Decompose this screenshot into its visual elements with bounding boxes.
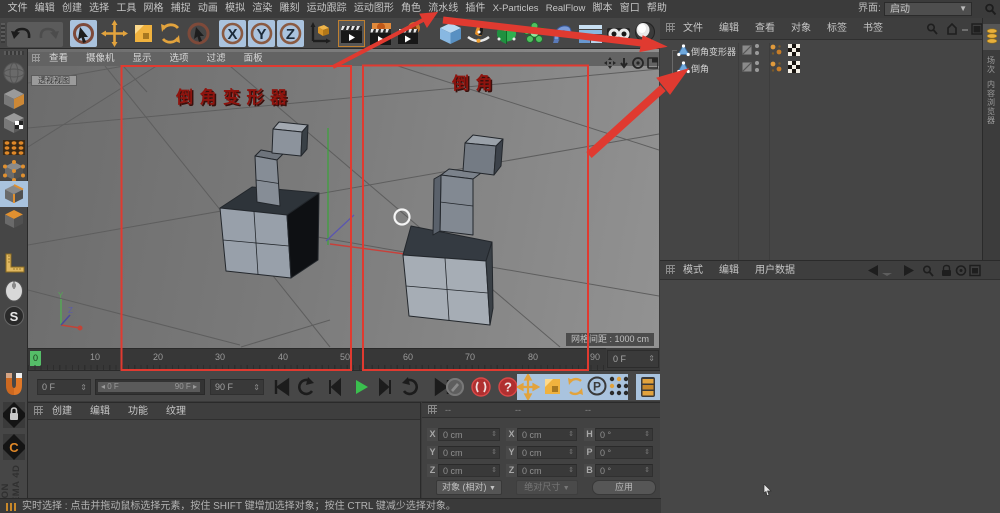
svg-text:P: P: [593, 380, 601, 394]
svg-text:Z: Z: [286, 26, 295, 43]
svg-text:S: S: [10, 309, 19, 324]
svg-text:Y: Y: [58, 291, 64, 300]
svg-text:Y: Y: [256, 26, 266, 43]
svg-text:Z: Z: [68, 306, 73, 315]
svg-text:?: ?: [504, 380, 512, 395]
svg-text:X: X: [227, 26, 237, 43]
